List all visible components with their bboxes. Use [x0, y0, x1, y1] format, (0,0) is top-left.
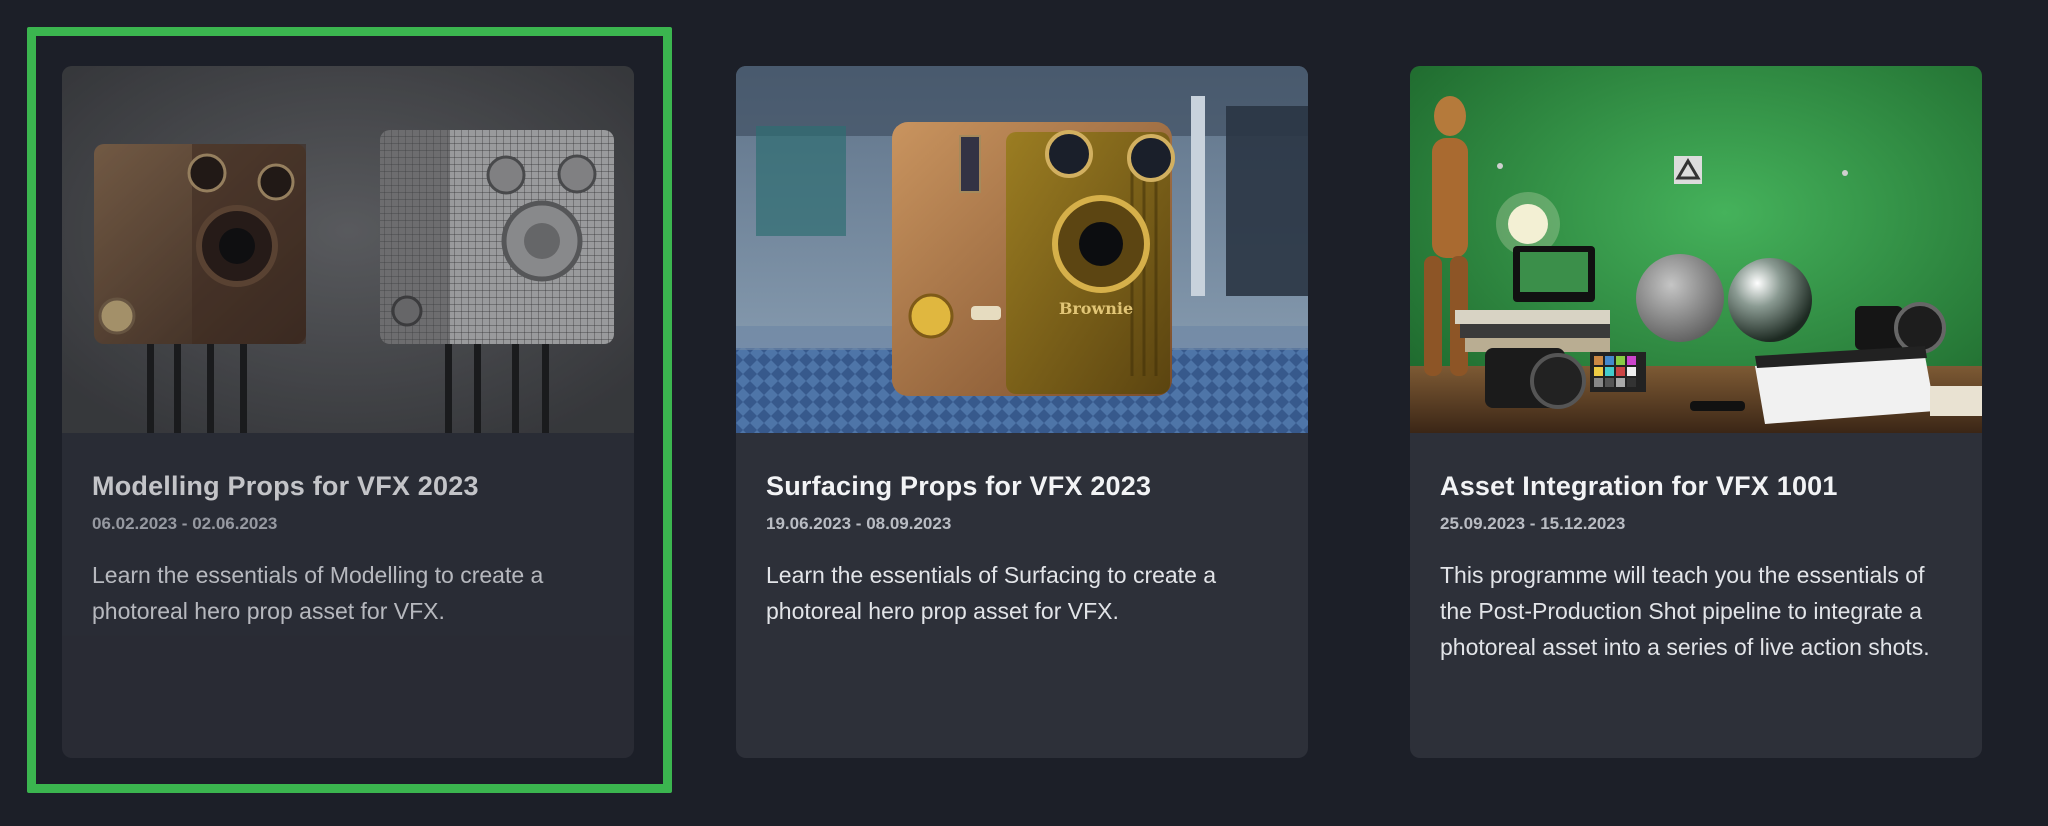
vfx-studio-image — [1410, 66, 1982, 433]
course-description: This programme will teach you the essent… — [1440, 562, 1930, 660]
course-thumbnail-modelling — [62, 66, 634, 433]
course-dates: 19.06.2023 - 08.09.2023 — [766, 514, 952, 533]
camera-photo-image: Brownie — [736, 66, 1308, 433]
camera-render-image — [62, 66, 634, 433]
course-card-modelling[interactable]: Modelling Props for VFX 2023 06.02.2023 … — [62, 66, 634, 758]
course-card-asset-integration[interactable]: Asset Integration for VFX 1001 25.09.202… — [1410, 66, 1982, 758]
course-description: Learn the essentials of Surfacing to cre… — [766, 562, 1217, 624]
course-dates: 25.09.2023 - 15.12.2023 — [1440, 514, 1626, 533]
course-dates: 06.02.2023 - 02.06.2023 — [92, 514, 278, 533]
course-thumbnail-surfacing: Brownie — [736, 66, 1308, 433]
course-cards-row: Modelling Props for VFX 2023 06.02.2023 … — [0, 0, 2048, 826]
course-title[interactable]: Modelling Props for VFX 2023 — [92, 469, 604, 503]
course-card-surfacing[interactable]: Brownie Surfacing Props for VFX 2023 19.… — [736, 66, 1308, 758]
camera-brand-text: Brownie — [1059, 299, 1133, 318]
course-description: Learn the essentials of Modelling to cre… — [92, 562, 544, 624]
course-thumbnail-asset-integration — [1410, 66, 1982, 433]
course-title[interactable]: Asset Integration for VFX 1001 — [1440, 469, 1952, 503]
course-title[interactable]: Surfacing Props for VFX 2023 — [766, 469, 1278, 503]
